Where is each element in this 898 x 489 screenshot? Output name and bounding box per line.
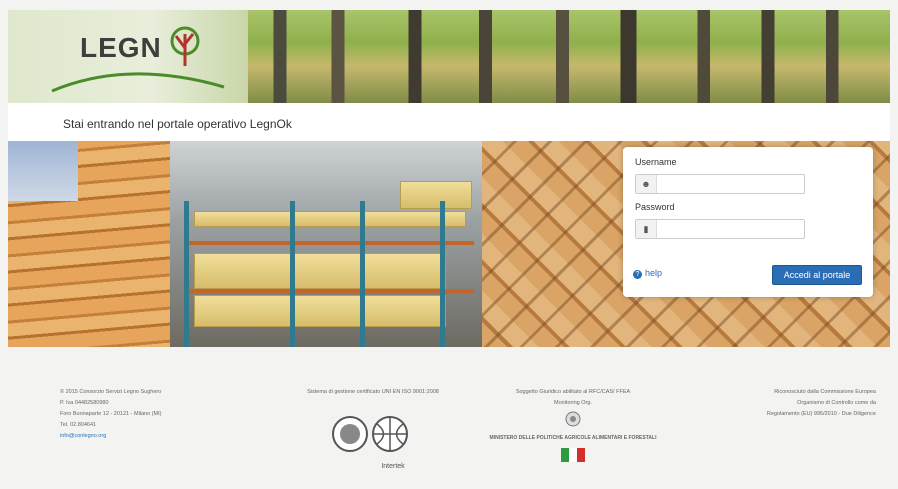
logo-panel: LEGN bbox=[8, 10, 248, 103]
stacked-planks-image bbox=[8, 141, 170, 347]
lock-icon: ▮ bbox=[636, 220, 657, 238]
footer-company-info: © 2015 Consorzio Servizi Legno Sughero P… bbox=[60, 387, 210, 442]
certification-seal-icons bbox=[332, 416, 408, 452]
forest-banner-image bbox=[248, 10, 890, 103]
footer-monitoring: Soggetto Giuridico abilitato al RFC/CAS/… bbox=[488, 387, 658, 467]
username-field[interactable]: ☻ bbox=[635, 174, 805, 194]
footer-certification: Sistema di gestione certificato UNI EN I… bbox=[278, 387, 468, 472]
footer-reg-line3: Regolamento (EU) 995/2010 - Due Diligenc… bbox=[766, 411, 876, 417]
help-label: help bbox=[645, 268, 663, 278]
login-button[interactable]: Accedi al portale bbox=[772, 265, 862, 285]
footer-vat: P. Iva 04482580980 bbox=[60, 400, 109, 406]
username-input[interactable] bbox=[658, 176, 802, 192]
italy-flag-icon bbox=[561, 448, 585, 462]
password-field[interactable]: ▮ bbox=[635, 219, 805, 239]
footer-phone: Tel. 02.804641 bbox=[60, 422, 97, 428]
password-input[interactable] bbox=[658, 221, 802, 237]
footer-email-link[interactable]: info@conlegno.org bbox=[60, 431, 210, 442]
welcome-bar: Stai entrando nel portale operativo Legn… bbox=[8, 103, 890, 141]
footer-regulation: Riconosciuto dalla Commissione Europea O… bbox=[708, 387, 876, 420]
footer-monitoring-line1: Soggetto Giuridico abilitato al RFC/CAS/… bbox=[515, 389, 631, 395]
username-label: Username bbox=[635, 157, 677, 167]
login-form: Username ☻ Password ▮ ? help Accedi al po… bbox=[623, 147, 873, 297]
footer-cert-title: Sistema di gestione certificato UNI EN I… bbox=[307, 389, 439, 395]
footer-copyright: © 2015 Consorzio Servizi Legno Sughero bbox=[60, 389, 162, 395]
footer-reg-line2: Organismo di Controllo come da bbox=[797, 400, 876, 406]
password-label: Password bbox=[635, 202, 675, 212]
site-footer: © 2015 Consorzio Servizi Legno Sughero P… bbox=[8, 355, 890, 485]
intertek-label: Intertek bbox=[381, 463, 405, 470]
ministry-emblem-icon bbox=[565, 411, 581, 427]
site-header: LEGN bbox=[8, 10, 890, 103]
welcome-text: Stai entrando nel portale operativo Legn… bbox=[63, 117, 292, 131]
footer-monitoring-line2: Monitoring Org. bbox=[554, 400, 592, 406]
help-link[interactable]: ? help bbox=[633, 268, 662, 279]
footer-reg-line1: Riconosciuto dalla Commissione Europea bbox=[774, 389, 876, 395]
footer-address: Foro Buonaparte 12 - 20121 - Milano (MI) bbox=[60, 411, 162, 417]
logo-text: LEGN bbox=[80, 32, 162, 63]
warehouse-racks-image bbox=[170, 141, 482, 347]
ministry-name: MINISTERO DELLE POLITICHE AGRICOLE ALIME… bbox=[489, 435, 657, 441]
user-icon: ☻ bbox=[636, 175, 657, 193]
help-icon: ? bbox=[633, 270, 642, 279]
logo-swoosh-icon bbox=[51, 72, 225, 93]
